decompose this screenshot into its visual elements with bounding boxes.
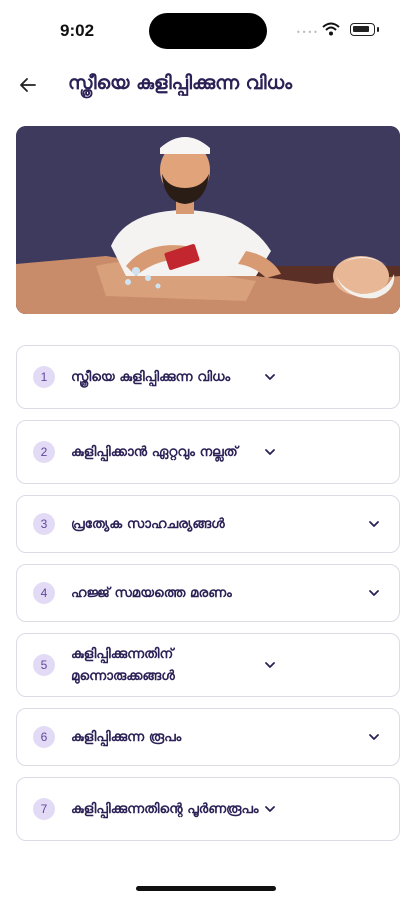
section-number-badge: 5 (33, 654, 55, 676)
section-number-badge: 1 (33, 366, 55, 388)
section-number-badge: 3 (33, 513, 55, 535)
chevron-down-icon[interactable] (261, 368, 279, 386)
section-title: കുളിപ്പിക്കുന്നതിന് മുന്നൊരുക്കങ്ങൾ (71, 646, 175, 684)
dynamic-island (149, 13, 267, 49)
page-title: സ്ത്രീയെ കുളിപ്പിക്കുന്ന വിധം (68, 72, 293, 94)
chevron-down-icon[interactable] (365, 584, 383, 602)
section-title: കുളിപ്പിക്കാൻ ഏറ്റവും നല്ലത് (71, 444, 238, 460)
section-title: കുളിപ്പിക്കുന്നതിന്റെ പൂർണരൂപം (71, 801, 259, 817)
chevron-down-icon[interactable] (261, 800, 279, 818)
back-button[interactable] (14, 71, 42, 99)
app-header: സ്ത്രീയെ കുളിപ്പിക്കുന്ന വിധം (0, 60, 415, 112)
section-title: കുളിപ്പിക്കുന്ന രൂപം (71, 729, 182, 745)
home-indicator (136, 886, 276, 891)
section-title: പ്രത്യേക സാഹചര്യങ്ങൾ (71, 516, 225, 532)
chevron-down-icon[interactable] (365, 515, 383, 533)
section-number-badge: 4 (33, 582, 55, 604)
signal-icon: •••• (296, 28, 319, 37)
status-time: 9:02 (60, 21, 95, 40)
wifi-icon (322, 22, 340, 36)
section-title: ഹജ്ജ് സമയത്തെ മരണം (71, 585, 232, 601)
section-number-badge: 2 (33, 441, 55, 463)
section-number-badge: 6 (33, 726, 55, 748)
hero-illustration (16, 126, 400, 314)
section-item-3[interactable]: 3 പ്രത്യേക സാഹചര്യങ്ങൾ (16, 495, 400, 553)
chevron-down-icon[interactable] (261, 443, 279, 461)
section-list: 1 സ്ത്രീയെ കുളിപ്പിക്കുന്ന വിധം 2 കുളിപ്… (16, 345, 400, 852)
battery-cap (377, 27, 379, 32)
chevron-down-icon[interactable] (365, 728, 383, 746)
section-item-5[interactable]: 5 കുളിപ്പിക്കുന്നതിന് മുന്നൊരുക്കങ്ങൾ (16, 633, 400, 697)
section-item-7[interactable]: 7 കുളിപ്പിക്കുന്നതിന്റെ പൂർണരൂപം (16, 777, 400, 841)
section-number-badge: 7 (33, 798, 55, 820)
status-bar: 9:02 •••• (0, 0, 415, 60)
section-item-1[interactable]: 1 സ്ത്രീയെ കുളിപ്പിക്കുന്ന വിധം (16, 345, 400, 409)
section-title: സ്ത്രീയെ കുളിപ്പിക്കുന്ന വിധം (71, 369, 231, 385)
chevron-down-icon[interactable] (261, 656, 279, 674)
section-item-6[interactable]: 6 കുളിപ്പിക്കുന്ന രൂപം (16, 708, 400, 766)
battery-icon (350, 23, 375, 36)
section-item-4[interactable]: 4 ഹജ്ജ് സമയത്തെ മരണം (16, 564, 400, 622)
arrow-left-icon (20, 78, 36, 92)
section-item-2[interactable]: 2 കുളിപ്പിക്കാൻ ഏറ്റവും നല്ലത് (16, 420, 400, 484)
